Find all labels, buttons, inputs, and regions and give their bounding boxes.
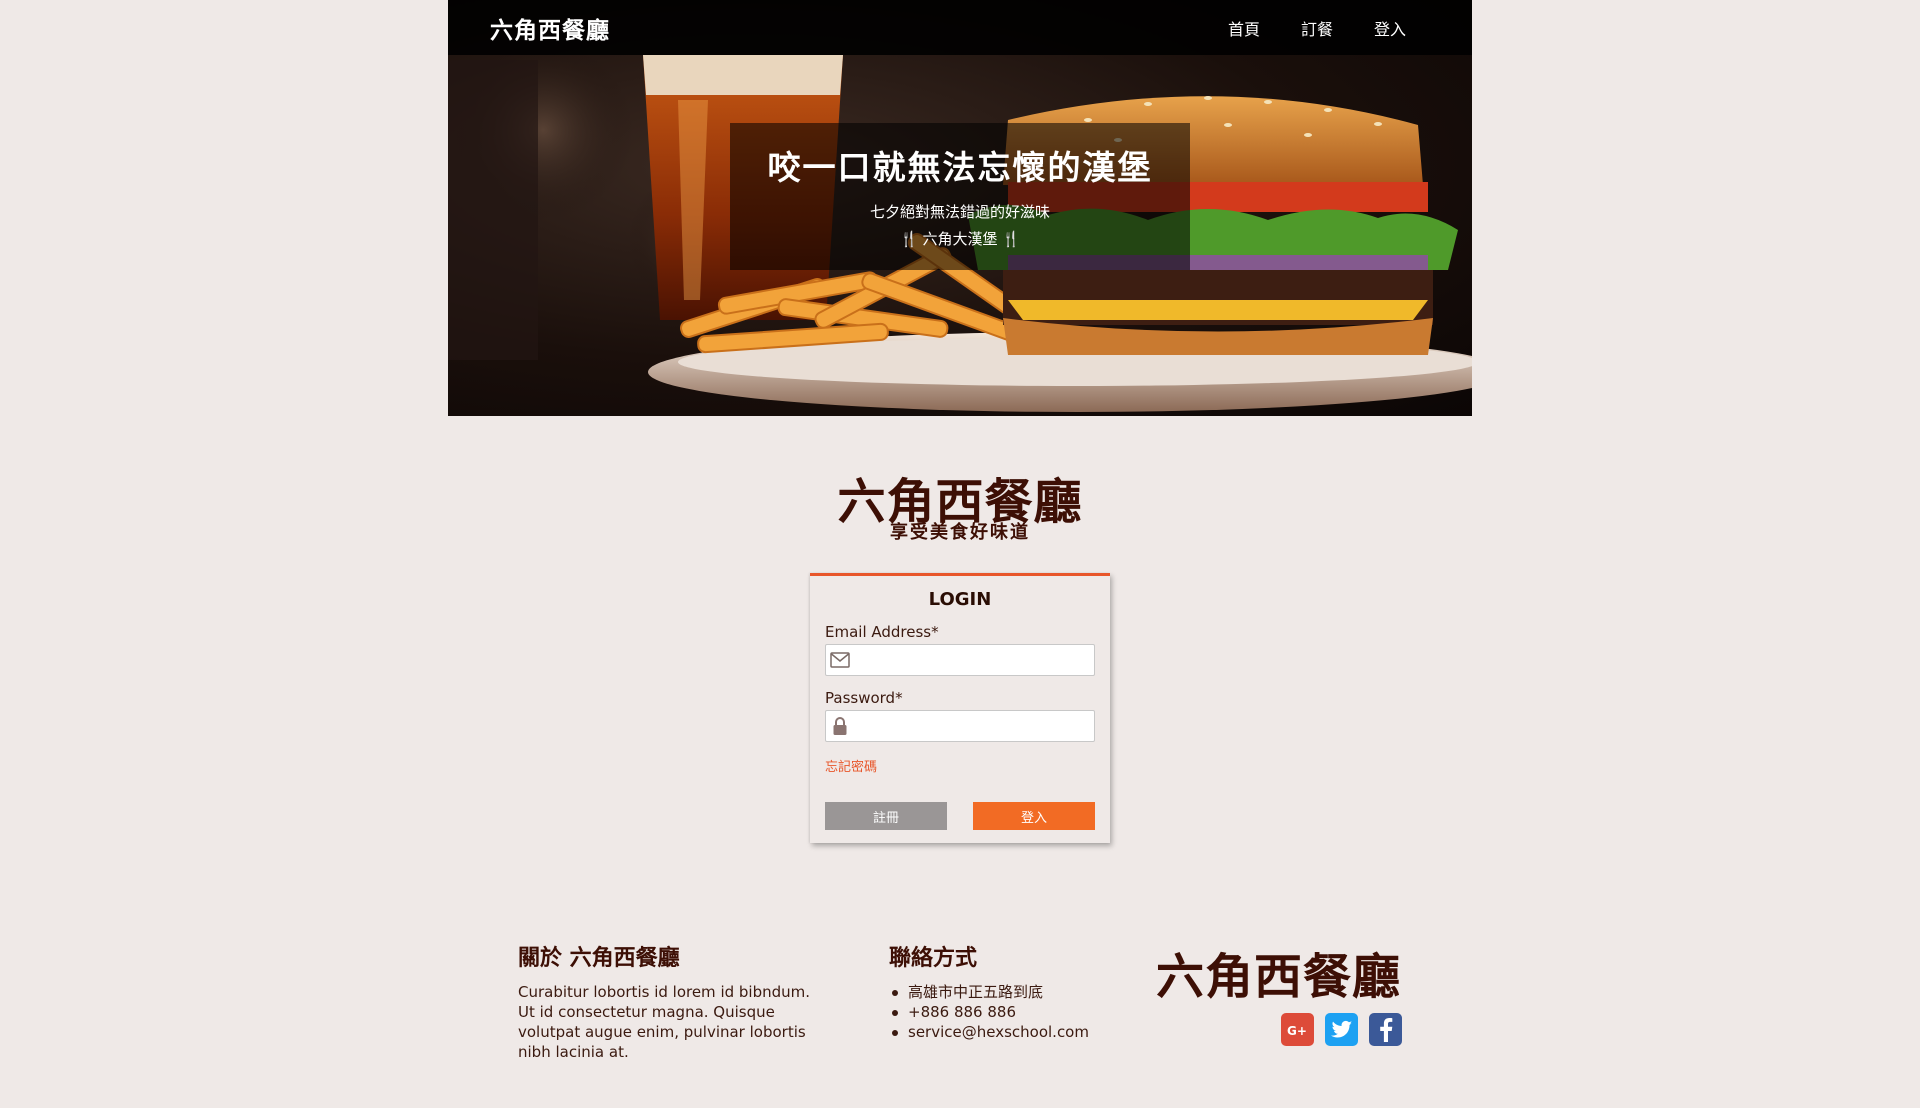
contact-phone: +886 886 886 [889,1002,1089,1022]
nav-link-login[interactable]: 登入 [1374,16,1406,40]
forgot-password-link[interactable]: 忘記密碼 [825,756,877,775]
contact-email[interactable]: service@hexschool.com [889,1022,1089,1042]
about-text: Curabitur lobortis id lorem id bibndum. … [518,983,811,1061]
password-input[interactable] [854,712,1094,740]
page-bottom-border [0,1108,1920,1112]
envelope-icon [826,645,854,675]
hero-tagline-text: 六角大漢堡 [922,230,998,248]
hero-title: 咬一口就無法忘懷的漢堡 [767,148,1153,187]
contact-heading: 聯絡方式 [889,946,978,971]
hero-banner: 六角西餐廳 首頁 訂餐 登入 咬一口就無法忘懷的漢堡 七夕絕對無法錯過的好滋味 … [448,0,1472,416]
contact-address: 高雄市中正五路到底 [889,982,1089,1002]
hero-tagline: 🍴 六角大漢堡 🍴 [730,228,1190,249]
restaurant-slogan: 享受美食好味道 [890,522,1030,543]
email-label: Email Address* [825,623,939,641]
email-field[interactable] [825,644,1095,676]
contact-list: 高雄市中正五路到底 +886 886 886 service@hexschool… [889,982,1089,1042]
nav-link-order[interactable]: 訂餐 [1301,16,1333,40]
footer-logo: 六角西餐廳 [1156,949,1402,1005]
top-navbar: 六角西餐廳 首頁 訂餐 登入 [448,0,1472,55]
twitter-icon[interactable] [1325,1013,1358,1046]
svg-text:G+: G+ [1287,1024,1307,1037]
fork-knife-icon: 🍴 [899,230,919,248]
facebook-icon[interactable] [1369,1013,1402,1046]
register-button[interactable]: 註冊 [825,802,947,830]
login-title: LOGIN [928,589,992,610]
about-heading: 關於 六角西餐廳 [518,946,680,971]
google-plus-icon[interactable]: G+ [1281,1013,1314,1046]
hero-subtitle: 七夕絕對無法錯過的好滋味 [869,203,1050,221]
fork-knife-icon: 🍴 [1001,230,1021,248]
login-card: LOGIN Email Address* Password* 忘記密碼 註冊 登… [810,573,1110,843]
login-button[interactable]: 登入 [973,802,1095,830]
navbar-brand[interactable]: 六角西餐廳 [490,11,610,45]
password-label: Password* [825,689,903,707]
nav-link-home[interactable]: 首頁 [1228,16,1260,40]
lock-icon [826,711,854,741]
email-input[interactable] [854,646,1094,674]
hero-caption: 咬一口就無法忘懷的漢堡 七夕絕對無法錯過的好滋味 🍴 六角大漢堡 🍴 [730,123,1190,270]
password-field[interactable] [825,710,1095,742]
nav-links: 首頁 訂餐 登入 [1228,16,1406,40]
